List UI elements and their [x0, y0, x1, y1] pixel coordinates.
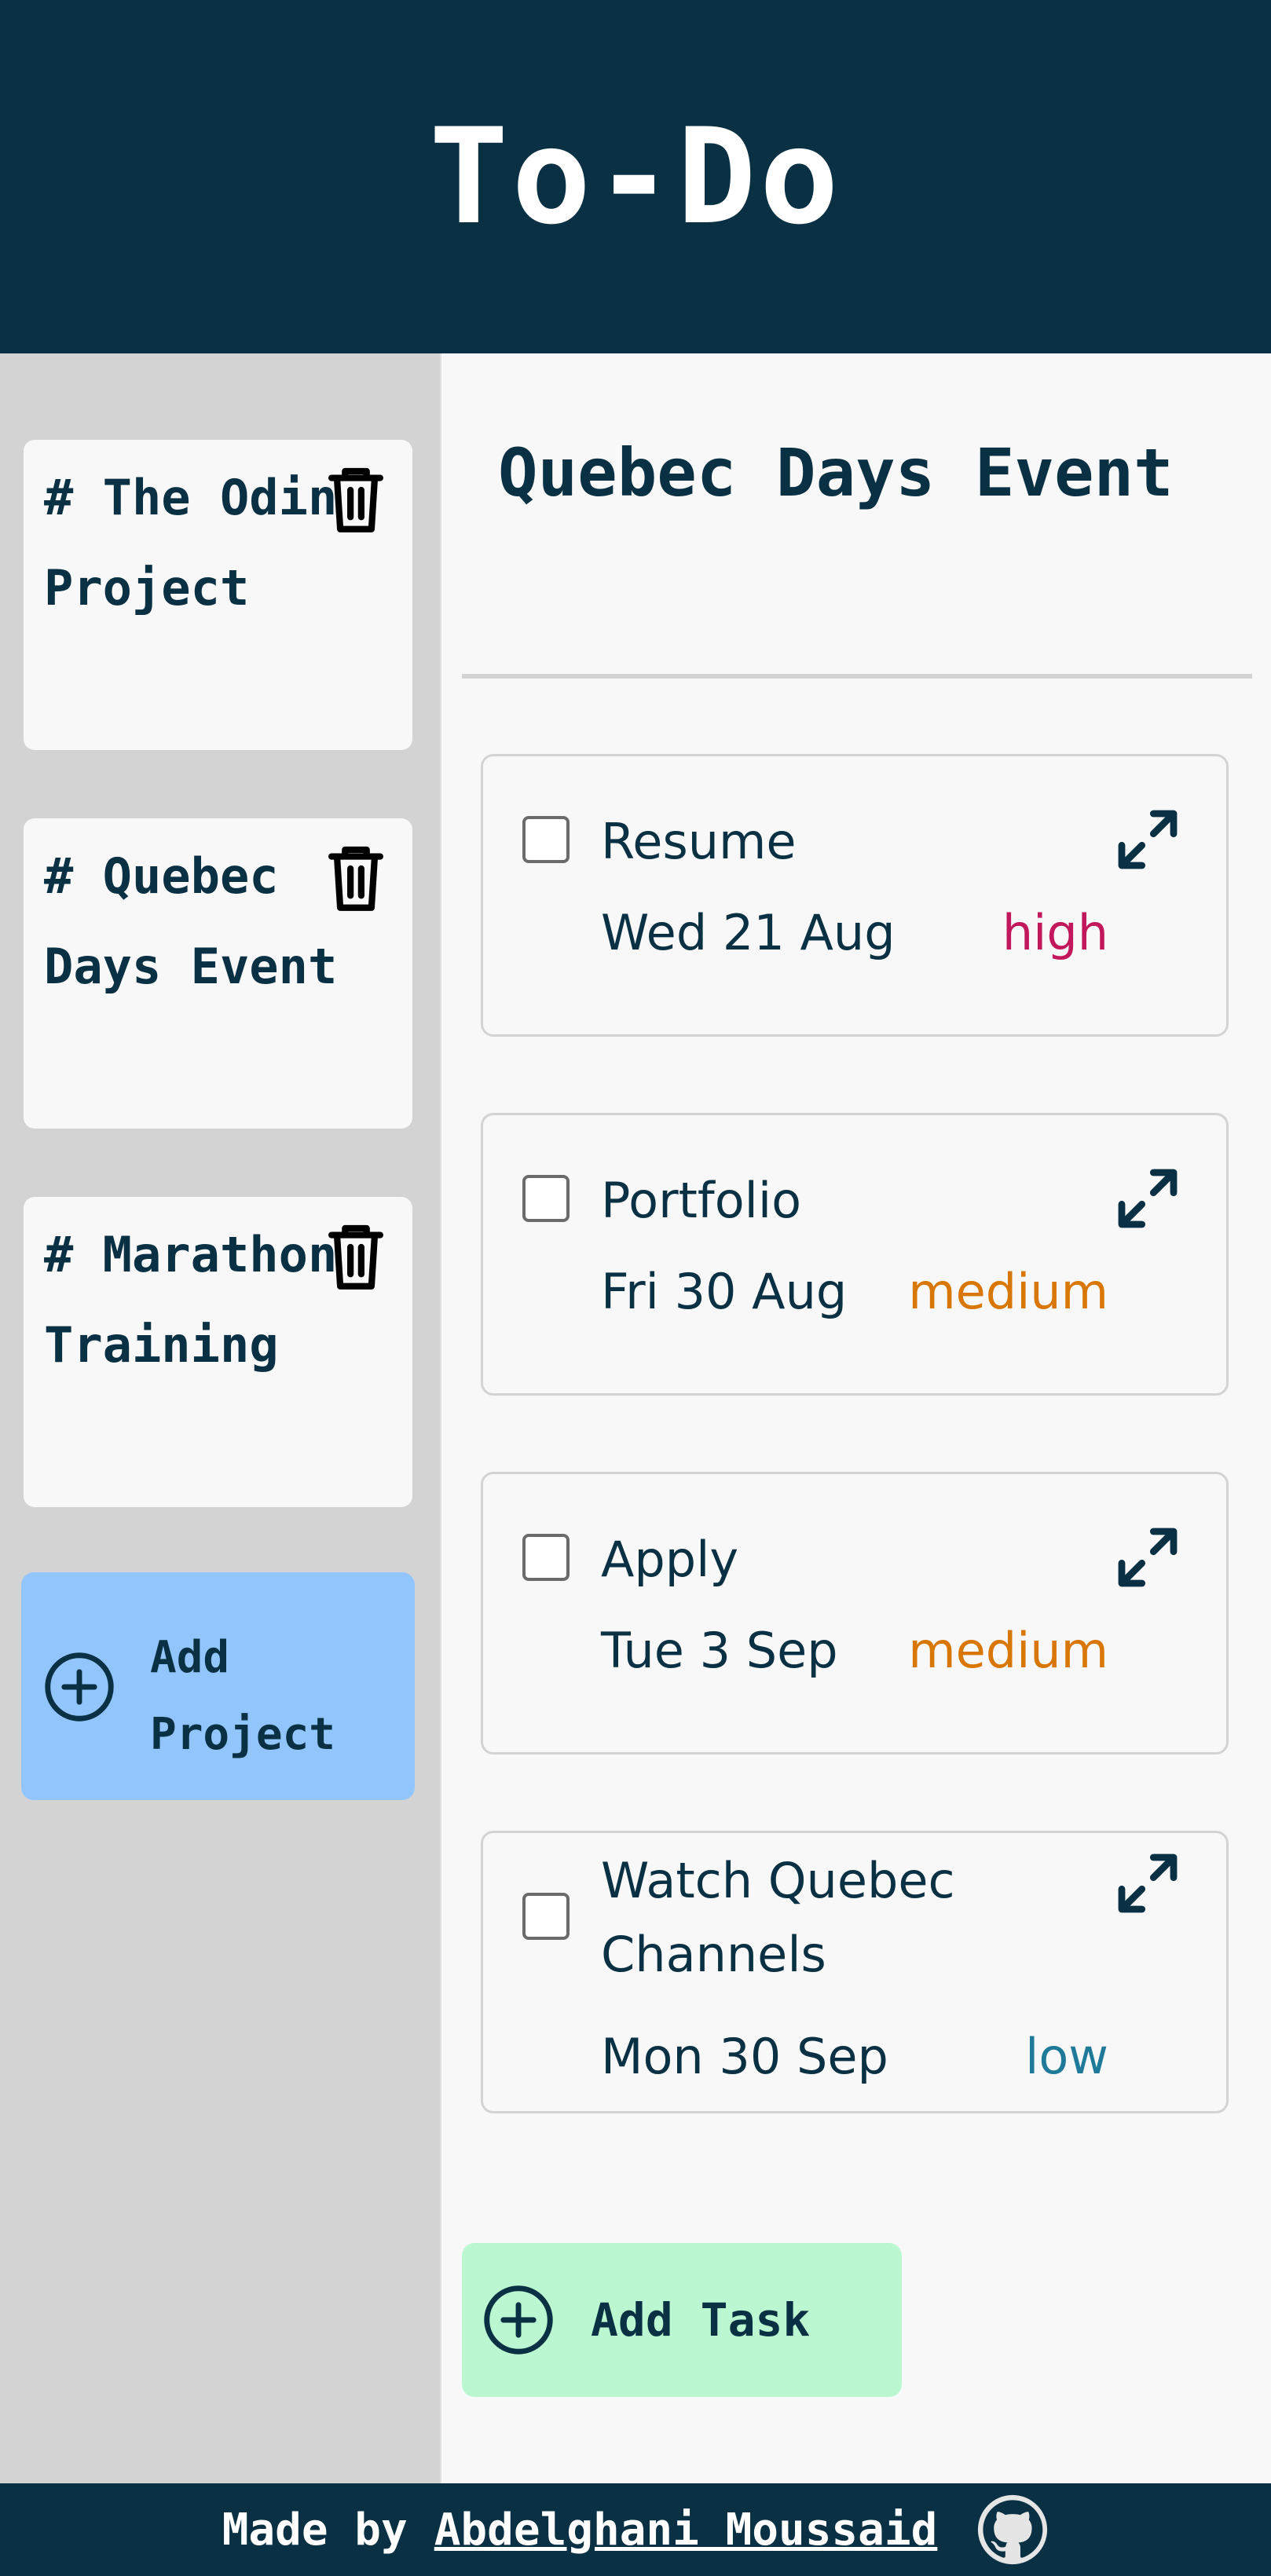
expand-icon[interactable]	[1113, 805, 1182, 874]
task-card[interactable]: Watch Quebec Channels Mon 30 Sep low	[481, 1831, 1229, 2113]
project-card-odin[interactable]: # The Odin Project	[24, 440, 412, 750]
author-link[interactable]: Abdelghani Moussaid	[434, 2505, 938, 2556]
footer: Made by Abdelghani Moussaid	[0, 2483, 1271, 2576]
app-header: To-Do	[0, 0, 1271, 353]
task-checkbox[interactable]	[522, 816, 570, 863]
add-project-label: Add Project	[150, 1632, 336, 1760]
task-checkbox[interactable]	[522, 1893, 570, 1940]
project-name: # Marathon Training	[44, 1226, 338, 1374]
expand-icon[interactable]	[1113, 1164, 1182, 1233]
task-name: Watch Quebec Channels	[601, 1852, 955, 1983]
task-checkbox[interactable]	[522, 1175, 570, 1222]
app-title: To-Do	[429, 100, 842, 254]
add-project-button[interactable]: Add Project	[21, 1572, 415, 1800]
task-date: Mon 30 Sep	[601, 2028, 888, 2085]
task-date: Wed 21 Aug	[601, 904, 896, 961]
expand-icon[interactable]	[1113, 1523, 1182, 1592]
sidebar: # The Odin Project # Quebec Days Event #…	[0, 353, 440, 2483]
task-checkbox[interactable]	[522, 1534, 570, 1581]
task-card[interactable]: Portfolio Fri 30 Aug medium	[481, 1113, 1229, 1396]
task-name: Portfolio	[601, 1172, 802, 1229]
trash-icon[interactable]	[323, 462, 389, 537]
task-date: Tue 3 Sep	[601, 1622, 838, 1679]
project-name: # Quebec Days Event	[44, 847, 338, 995]
plus-circle-icon	[45, 1652, 114, 1722]
github-icon[interactable]	[976, 2494, 1049, 2566]
add-task-label: Add Task	[591, 2293, 811, 2347]
project-title: Quebec Days Event	[498, 434, 1174, 511]
task-date: Fri 30 Aug	[601, 1263, 848, 1320]
trash-icon[interactable]	[323, 840, 389, 916]
task-priority: medium	[908, 1622, 1108, 1679]
task-card[interactable]: Resume Wed 21 Aug high	[481, 754, 1229, 1037]
expand-icon[interactable]	[1113, 1849, 1182, 1918]
project-name: # The Odin Project	[44, 469, 338, 617]
plus-circle-icon	[484, 2285, 553, 2355]
task-priority: medium	[908, 1263, 1108, 1320]
task-name: Resume	[601, 813, 797, 870]
task-priority: low	[1025, 2028, 1108, 2085]
task-name: Apply	[601, 1531, 739, 1588]
task-card[interactable]: Apply Tue 3 Sep medium	[481, 1472, 1229, 1755]
made-by-text: Made by	[222, 2504, 408, 2556]
title-divider	[462, 674, 1252, 679]
trash-icon[interactable]	[323, 1219, 389, 1294]
project-card-quebec[interactable]: # Quebec Days Event	[24, 818, 412, 1129]
task-priority: high	[1002, 904, 1108, 961]
add-task-button[interactable]: Add Task	[462, 2243, 902, 2397]
task-panel: Quebec Days Event Resume Wed 21 Aug high…	[440, 353, 1271, 2483]
project-card-marathon[interactable]: # Marathon Training	[24, 1197, 412, 1507]
